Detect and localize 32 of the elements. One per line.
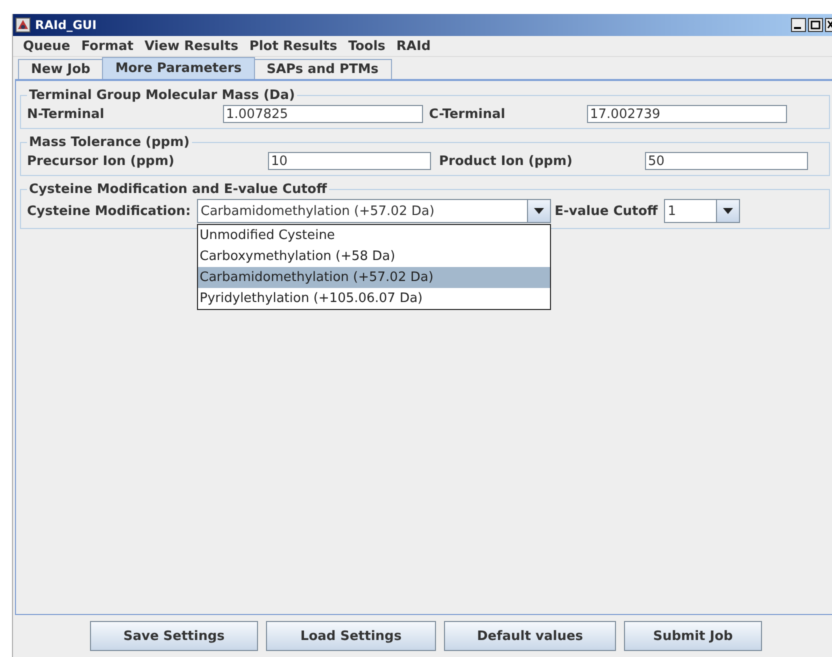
input-field[interactable]: 17.002739 [587, 105, 787, 123]
menu-item[interactable]: Format [81, 38, 134, 54]
dropdown-option[interactable]: Pyridylethylation (+105.06.07 Da) [198, 288, 550, 309]
field-label: Product Ion (ppm) [439, 154, 574, 168]
input-field[interactable]: 1.007825 [223, 105, 423, 123]
field-label: N-Terminal [27, 106, 106, 122]
input-field[interactable]: 10 [268, 152, 431, 170]
group-title: Cysteine Modification and E-value Cutoff [28, 182, 328, 197]
field-label: E-value Cutoff [554, 204, 658, 218]
menu-item[interactable]: Plot Results [249, 38, 338, 54]
group-title: Terminal Group Molecular Mass (Da) [28, 88, 296, 103]
tab[interactable]: New Job [18, 59, 104, 79]
field-label: Cysteine Modification: [27, 204, 191, 218]
dropdown-option[interactable]: Carboxymethylation (+58 Da) [198, 246, 550, 267]
tab[interactable]: SAPs and PTMs [254, 59, 392, 79]
field-label: C-Terminal [429, 106, 506, 122]
window-title: RAId_GUI [35, 18, 98, 32]
menu-item[interactable]: View Results [144, 38, 238, 54]
menu-item[interactable]: Tools [348, 38, 386, 54]
menu-item[interactable]: RAId [396, 38, 431, 54]
action-button[interactable]: Save Settings [90, 621, 258, 651]
group-title: Mass Tolerance (ppm) [28, 135, 191, 150]
action-button[interactable]: Default values [444, 621, 616, 651]
action-button[interactable]: Submit Job [624, 621, 762, 651]
tab[interactable]: More Parameters [102, 57, 255, 79]
input-field[interactable]: 50 [645, 152, 808, 170]
evalue-dropdown[interactable]: 1 [664, 199, 740, 223]
menu-item[interactable]: Queue [23, 38, 70, 54]
field-label: Precursor Ion (ppm) [27, 154, 176, 168]
action-button[interactable]: Load Settings [266, 621, 436, 651]
dropdown-option[interactable]: Carbamidomethylation (+57.02 Da) [198, 267, 550, 288]
dropdown-option[interactable]: Unmodified Cysteine [198, 225, 550, 246]
